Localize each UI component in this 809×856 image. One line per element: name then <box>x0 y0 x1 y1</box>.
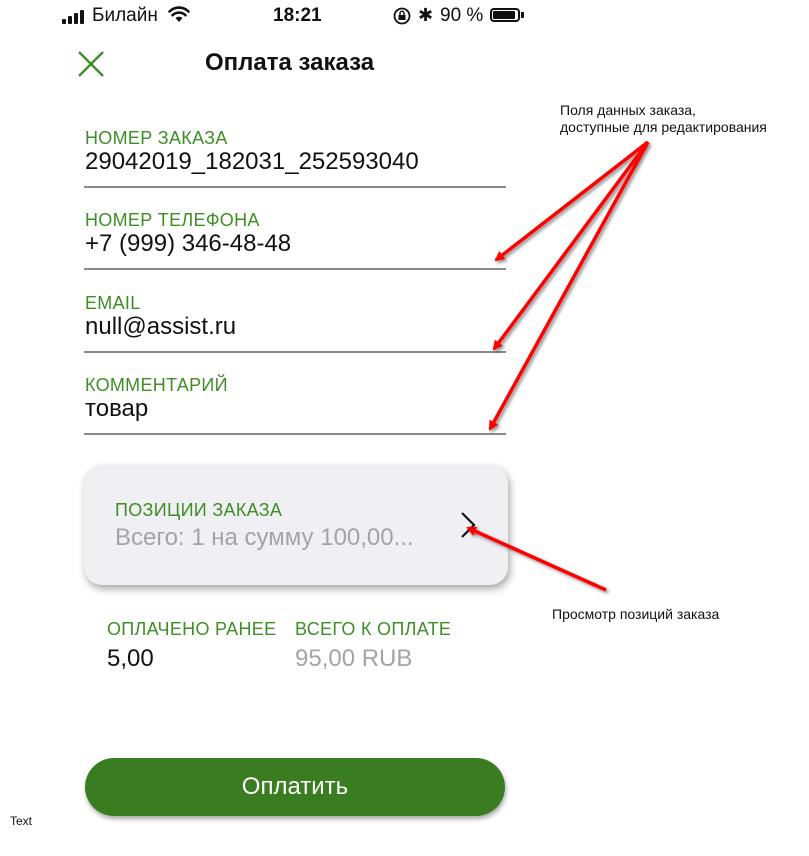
annotation-arrows <box>466 140 650 592</box>
arrow-to-chevron <box>466 526 607 592</box>
arrow-to-comment <box>488 141 650 431</box>
text-label: Text <box>10 814 33 828</box>
